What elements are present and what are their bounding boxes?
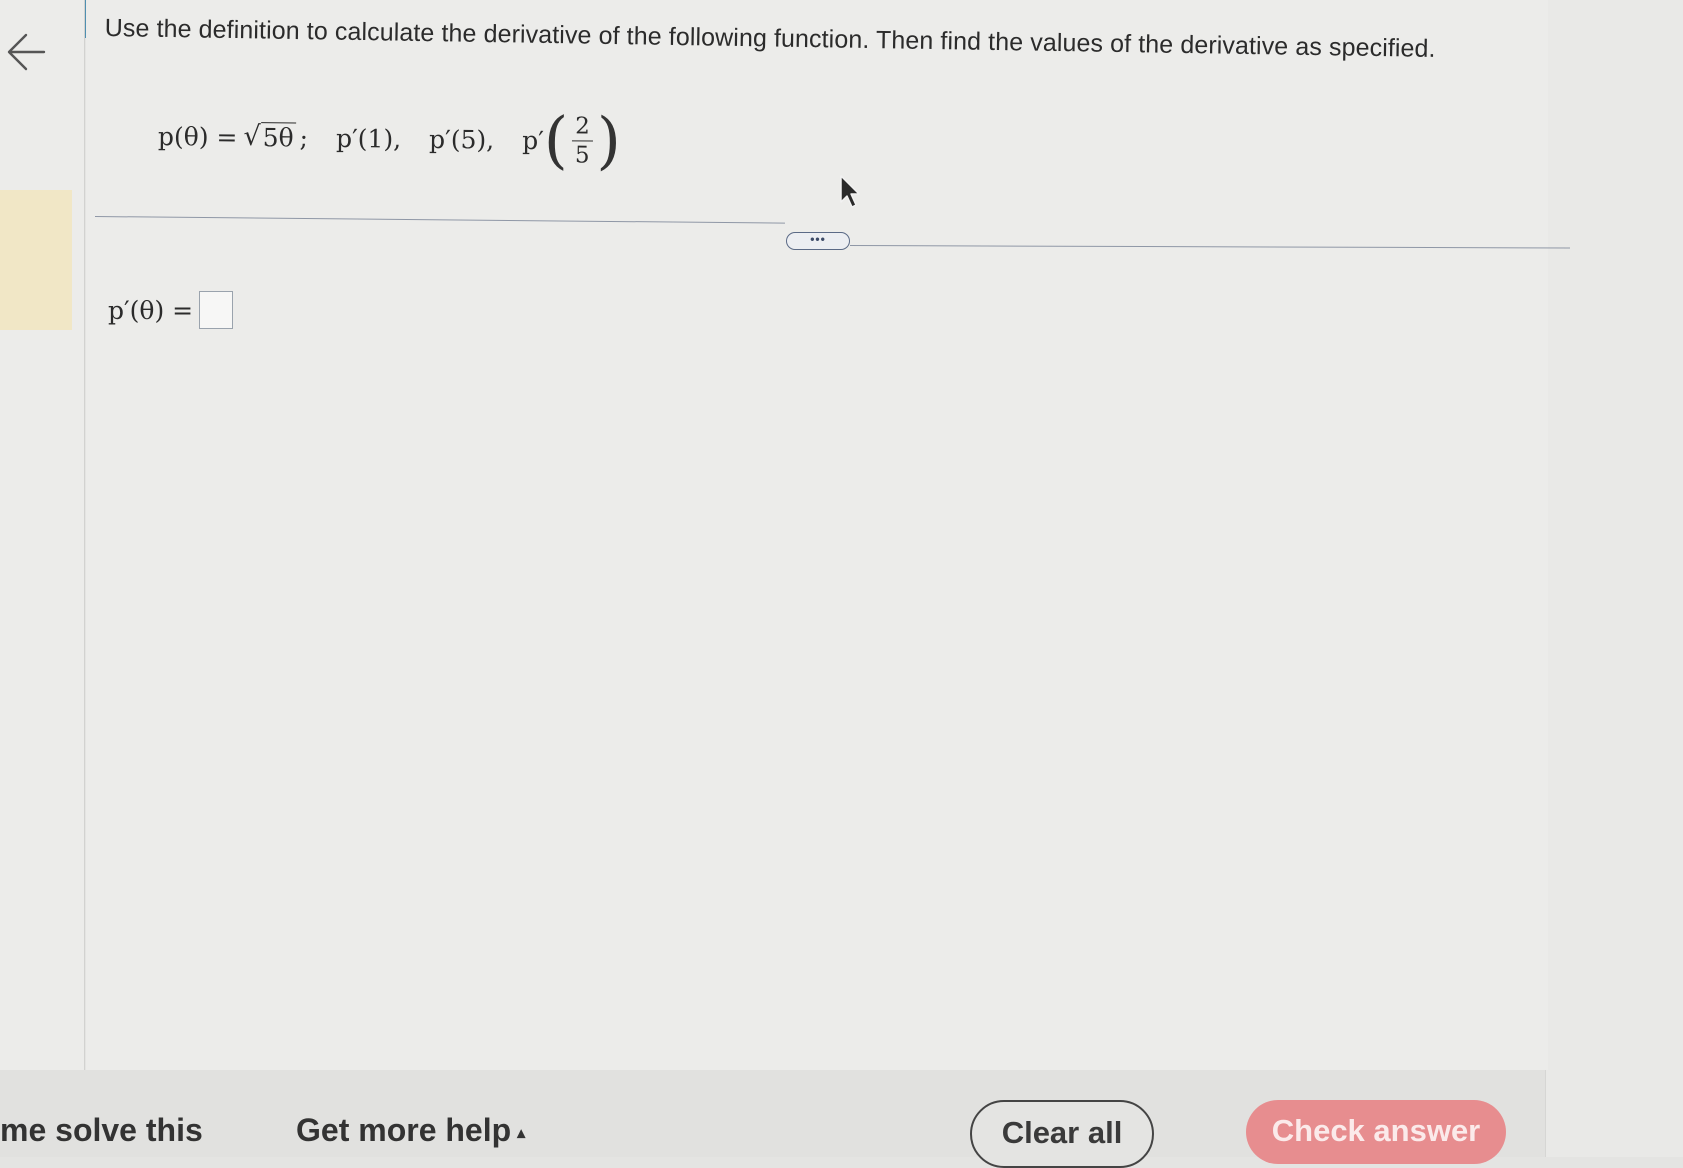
current-question-highlight[interactable] bbox=[0, 190, 72, 330]
derivative-at-fraction-prefix: p′ bbox=[522, 125, 545, 155]
radical-icon: √ bbox=[243, 120, 261, 152]
help-me-solve-label: me solve this bbox=[0, 1112, 203, 1148]
fraction: 2 5 bbox=[571, 112, 593, 170]
paren-close: ) bbox=[596, 103, 622, 177]
right-panel bbox=[1545, 0, 1683, 1157]
derivative-at-5: p′(5), bbox=[428, 124, 495, 155]
function-lhs: p(θ) = bbox=[157, 121, 238, 152]
fraction-denominator: 5 bbox=[571, 139, 593, 170]
check-answer-button[interactable]: Check answer bbox=[1246, 1100, 1506, 1164]
answer-row: p′(θ) = bbox=[108, 290, 234, 330]
left-navigation-strip bbox=[0, 0, 85, 1070]
back-arrow-icon[interactable] bbox=[4, 30, 48, 74]
clear-all-button[interactable]: Clear all bbox=[970, 1100, 1154, 1168]
mouse-pointer-icon bbox=[838, 174, 864, 210]
get-more-help-link[interactable]: Get more help ▴ bbox=[296, 1112, 525, 1149]
answer-input[interactable] bbox=[199, 291, 234, 329]
help-me-solve-link[interactable]: me solve this bbox=[0, 1112, 203, 1149]
paren-open: ( bbox=[543, 103, 569, 177]
function-expression: p(θ) = √ 5θ ; p′(1), p′(5), p′ ( 2 5 ) bbox=[158, 96, 622, 181]
derivative-at-1: p′(1), bbox=[335, 123, 402, 154]
get-more-help-label: Get more help bbox=[296, 1112, 512, 1148]
answer-label: p′(θ) = bbox=[108, 295, 194, 325]
square-root: √ 5θ bbox=[243, 120, 296, 153]
radicand: 5θ bbox=[260, 121, 296, 153]
expand-ellipsis-button[interactable]: ••• bbox=[786, 232, 850, 250]
fraction-numerator: 2 bbox=[575, 112, 590, 140]
semicolon: ; bbox=[299, 122, 309, 153]
caret-up-icon: ▴ bbox=[517, 1124, 526, 1142]
